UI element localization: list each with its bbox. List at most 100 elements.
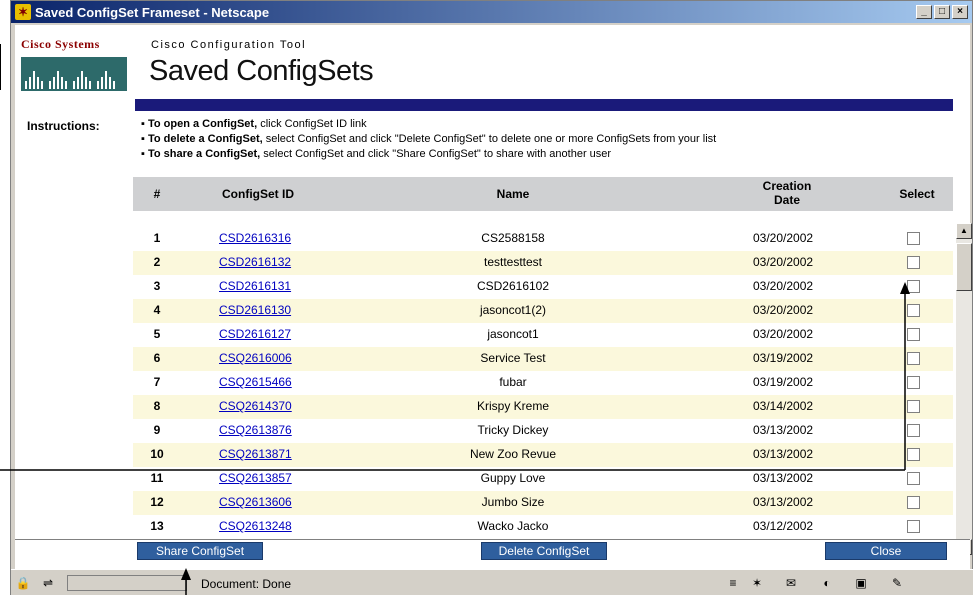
table-header: # ConfigSet ID Name Creation Date Select: [133, 177, 953, 211]
select-checkbox[interactable]: [907, 496, 920, 509]
navigator-icon[interactable]: ✶: [747, 575, 767, 591]
configset-table: 1 CSD2616316 CS2588158 03/20/2002 2 CSD261613…: [133, 227, 953, 557]
creation-date: 03/20/2002: [753, 327, 814, 341]
select-checkbox[interactable]: [907, 352, 920, 365]
configset-id-link[interactable]: CSQ2613876: [219, 423, 292, 437]
creation-date: 03/20/2002: [753, 279, 814, 293]
select-checkbox[interactable]: [907, 472, 920, 485]
configset-name: CSD2616102: [476, 279, 550, 293]
creation-date: 03/13/2002: [753, 447, 814, 461]
select-checkbox[interactable]: [907, 256, 920, 269]
row-number: 4: [153, 303, 161, 317]
configset-id-link[interactable]: CSD2616127: [219, 327, 291, 341]
creation-date: 03/20/2002: [753, 303, 814, 317]
row-number: 8: [153, 399, 161, 413]
page-title: Saved ConfigSets: [149, 55, 374, 87]
instruction-text: click ConfigSet ID link: [260, 118, 367, 130]
select-checkbox[interactable]: [907, 520, 920, 533]
configset-id-link[interactable]: CSD2616132: [219, 255, 291, 269]
creation-date: 03/19/2002: [753, 375, 814, 389]
netscape-icon: ✶: [15, 4, 31, 20]
lock-icon[interactable]: 🔒: [15, 575, 31, 591]
row-number: 11: [150, 471, 164, 485]
table-row: 6 CSQ2616006 Service Test 03/19/2002: [133, 347, 953, 371]
configset-id-link[interactable]: CSD2616316: [219, 231, 291, 245]
configset-id-link[interactable]: CSD2616131: [219, 279, 291, 293]
select-checkbox[interactable]: [907, 232, 920, 245]
table-row: 1 CSD2616316 CS2588158 03/20/2002: [133, 227, 953, 251]
close-button[interactable]: Close: [825, 542, 947, 560]
title-bar: ✶ Saved ConfigSet Frameset - Netscape _ …: [11, 1, 972, 23]
close-window-button[interactable]: ×: [952, 5, 968, 19]
maximize-button[interactable]: □: [934, 5, 950, 19]
configset-name: Krispy Kreme: [476, 399, 550, 413]
table-row: 4 CSD2616130 jasoncot1(2) 03/20/2002: [133, 299, 953, 323]
table-row: 3 CSD2616131 CSD2616102 03/20/2002: [133, 275, 953, 299]
configset-id-link[interactable]: CSQ2613871: [219, 447, 292, 461]
instruction-bold: To share a ConfigSet,: [147, 148, 261, 160]
instructions-list: ▪ To open a ConfigSet, click ConfigSet I…: [141, 117, 716, 162]
component-bar-icon[interactable]: ≡: [725, 575, 741, 591]
creation-date: 03/12/2002: [753, 519, 814, 533]
row-number: 13: [150, 519, 164, 533]
row-number: 9: [153, 423, 161, 437]
creation-date: 03/20/2002: [753, 231, 814, 245]
select-checkbox[interactable]: [907, 280, 920, 293]
header-select: Select: [899, 187, 935, 201]
share-configset-button[interactable]: Share ConfigSet: [137, 542, 263, 560]
header-date: Creation Date: [762, 179, 812, 207]
instruction-item: ▪ To delete a ConfigSet, select ConfigSe…: [141, 133, 717, 145]
instruction-item: ▪ To open a ConfigSet, click ConfigSet I…: [141, 118, 367, 130]
composer-icon[interactable]: ▣: [851, 575, 871, 591]
configset-id-link[interactable]: CSD2616130: [219, 303, 291, 317]
action-bar: Share ConfigSet Delete ConfigSet Close: [15, 539, 970, 569]
select-checkbox[interactable]: [907, 400, 920, 413]
configset-name: fubar: [499, 375, 527, 389]
select-checkbox[interactable]: [907, 376, 920, 389]
header-num: #: [153, 187, 161, 201]
row-number: 10: [150, 447, 164, 461]
row-number: 12: [150, 495, 164, 509]
header-id: ConfigSet ID: [222, 187, 294, 201]
table-row: 11 CSQ2613857 Guppy Love 03/13/2002: [133, 467, 953, 491]
row-number: 1: [153, 231, 161, 245]
table-row: 7 CSQ2615466 fubar 03/19/2002: [133, 371, 953, 395]
configset-name: Service Test: [480, 351, 546, 365]
configset-name: jasoncot1(2): [479, 303, 547, 317]
table-row: 9 CSQ2613876 Tricky Dickey 03/13/2002: [133, 419, 953, 443]
configset-name: New Zoo Revue: [469, 447, 557, 461]
row-number: 3: [153, 279, 161, 293]
select-checkbox[interactable]: [907, 424, 920, 437]
table-row: 5 CSD2616127 jasoncot1 03/20/2002: [133, 323, 953, 347]
configset-name: Jumbo Size: [481, 495, 545, 509]
pen-icon[interactable]: ✎: [887, 575, 907, 591]
select-checkbox[interactable]: [907, 304, 920, 317]
select-checkbox[interactable]: [907, 448, 920, 461]
table-row: 13 CSQ2613248 Wacko Jacko 03/12/2002: [133, 515, 953, 539]
vertical-scrollbar[interactable]: ▲ ▼: [956, 223, 972, 555]
configset-id-link[interactable]: CSQ2613606: [219, 495, 292, 509]
instruction-item: ▪ To share a ConfigSet, select ConfigSet…: [141, 148, 612, 160]
title-rule: [135, 99, 953, 111]
row-number: 5: [153, 327, 161, 341]
configset-id-link[interactable]: CSQ2613857: [219, 471, 292, 485]
page-content: Cisco Systems Cisco Configuration Tool S…: [15, 25, 972, 569]
discussion-icon[interactable]: ◐: [817, 575, 837, 591]
select-checkbox[interactable]: [907, 328, 920, 341]
mail-icon[interactable]: ✉: [781, 575, 801, 591]
row-number: 2: [153, 255, 161, 269]
cisco-bridge-icon: [21, 57, 127, 91]
creation-date: 03/13/2002: [753, 495, 814, 509]
configset-id-link[interactable]: CSQ2616006: [219, 351, 292, 365]
minimize-button[interactable]: _: [916, 5, 932, 19]
configset-name: Guppy Love: [480, 471, 546, 485]
table-row: 10 CSQ2613871 New Zoo Revue 03/13/2002: [133, 443, 953, 467]
table-row: 8 CSQ2614370 Krispy Kreme 03/14/2002: [133, 395, 953, 419]
scroll-up-icon[interactable]: ▲: [956, 223, 972, 239]
configset-id-link[interactable]: CSQ2614370: [219, 399, 292, 413]
delete-configset-button[interactable]: Delete ConfigSet: [481, 542, 607, 560]
configset-id-link[interactable]: CSQ2615466: [219, 375, 292, 389]
scroll-thumb[interactable]: [956, 243, 972, 291]
creation-date: 03/13/2002: [753, 471, 814, 485]
configset-id-link[interactable]: CSQ2613248: [219, 519, 292, 533]
